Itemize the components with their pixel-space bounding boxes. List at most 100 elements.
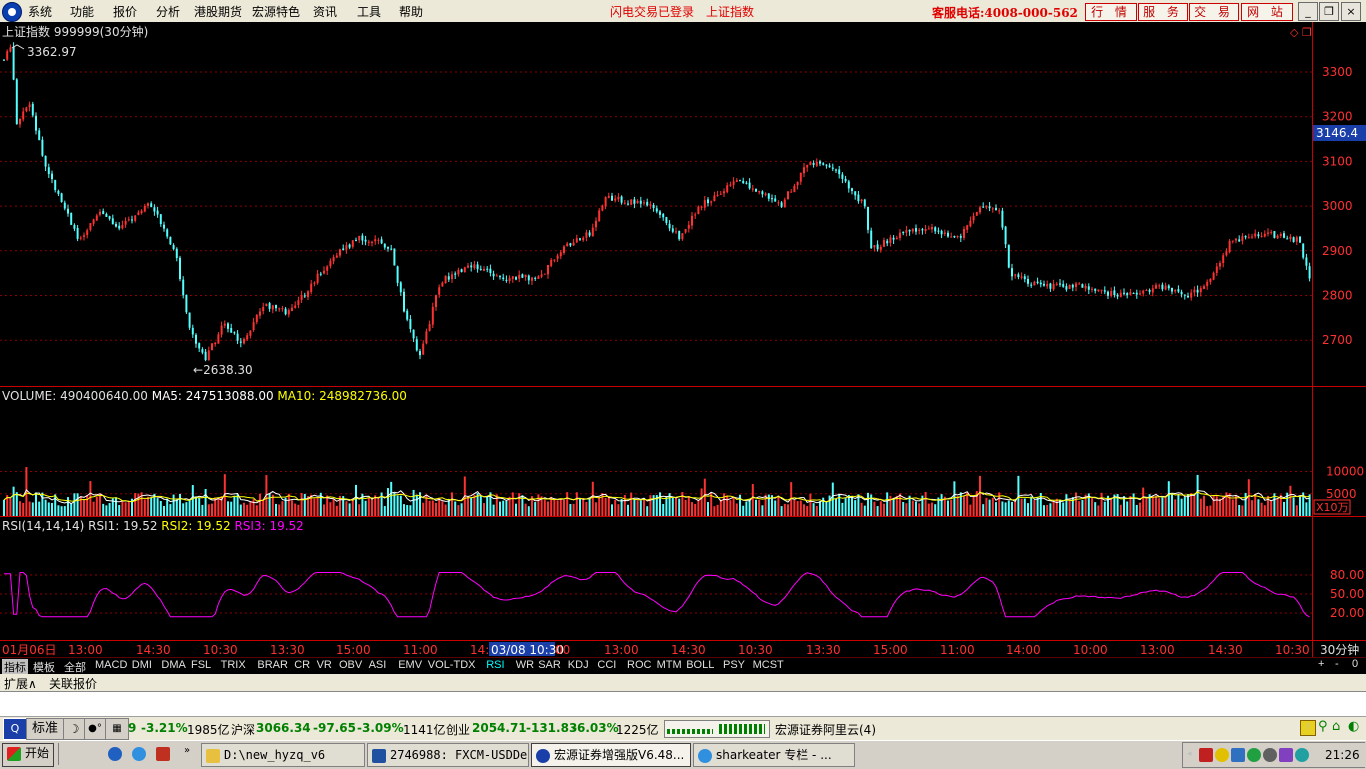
menu-help[interactable]: 帮助 [399,3,423,20]
night-mode-icon[interactable]: ☽ [63,718,85,740]
indicator-tab-mtm[interactable]: MTM [657,659,682,671]
menu-hk-futures[interactable]: 港股期货 [194,3,242,20]
tray-security-icon[interactable] [1247,748,1261,762]
indicator-tab-vr[interactable]: VR [317,659,332,671]
indicator-tab-kdj[interactable]: KDJ [568,659,589,671]
indicator-tab-cci[interactable]: CCI [597,659,616,671]
reset-button[interactable]: 0 [1352,658,1358,670]
candle-body [895,237,898,240]
task-browser[interactable]: sharkeater 专栏 - ... [693,743,855,767]
candle-body [780,202,783,207]
lock-icon[interactable]: ⌂ [1332,719,1340,734]
restore-button[interactable]: ❐ [1319,2,1339,21]
kline-chart-area[interactable]: 上证指数 999999(30分钟) ◇ ❐ 3362.97 ←2638.30 3… [0,22,1366,657]
candle-body [182,279,185,296]
chart-options-icon[interactable]: ◇ ❐ [1290,26,1312,39]
chat-icon[interactable]: ●° [84,718,106,740]
mode-standard[interactable]: 标准 [26,718,64,740]
indicator-tab-sar[interactable]: SAR [538,659,561,671]
candle-body [124,220,127,225]
indicator-tab-boll[interactable]: BOLL [686,659,714,671]
menu-hongyuan[interactable]: 宏源特色 [252,3,300,20]
tray-flag-icon[interactable] [1199,748,1213,762]
market-button[interactable]: 行 情 [1085,3,1137,21]
volume-bar [886,492,889,516]
quicklaunch-ie-icon[interactable] [132,747,146,761]
related-quotes-tab[interactable]: 关联报价 [49,675,97,692]
indicator-tab-全部[interactable]: 全部 [64,659,86,675]
candle-body [1241,236,1244,241]
service-button[interactable]: 服 务 [1138,3,1188,21]
quicklaunch-app-icon[interactable] [156,747,170,761]
server-name[interactable]: 宏源证券阿里云(4) [775,721,876,738]
tray-arrow-icon[interactable]: ◂ [1187,749,1192,759]
indicator-tab-mcst[interactable]: MCST [753,659,784,671]
zoom-in-button[interactable]: + [1318,658,1324,670]
menu-news[interactable]: 资讯 [313,3,337,20]
keyboard-icon[interactable]: ▦ [105,718,129,740]
menu-tools[interactable]: 工具 [357,3,381,20]
indicator-tab-emv[interactable]: EMV [398,659,422,671]
volume-bar [358,504,361,516]
candle-body [243,338,245,344]
volume-bar [204,488,207,516]
expand-tab[interactable]: 扩展∧ [4,675,37,692]
indicator-tab-asi[interactable]: ASI [369,659,387,671]
indicator-tab-wr[interactable]: WR [516,659,534,671]
website-button[interactable]: 网 站 [1241,3,1293,21]
minimize-button[interactable]: _ [1298,2,1318,21]
tray-network-icon[interactable] [1231,748,1245,762]
candle-body [1219,263,1221,267]
volume-bar [102,503,105,516]
volume-bar [1091,498,1093,516]
candle-body [899,232,901,238]
task-fxcm[interactable]: 2746988: FXCM-USDDe... [367,743,529,767]
indicator-tab-rsi[interactable]: RSI [486,659,504,671]
indicator-tab-dma[interactable]: DMA [161,659,185,671]
indicator-tab-obv[interactable]: OBV [339,659,362,671]
network-icon[interactable]: ◐ [1348,719,1359,734]
indicator-tab-模板[interactable]: 模板 [33,659,55,675]
volume-bar [899,493,901,516]
menu-system[interactable]: 系统 [28,3,52,20]
tray-update-icon[interactable] [1295,748,1309,762]
notice-icon[interactable]: ! [1300,720,1316,736]
trade-button[interactable]: 交 易 [1189,3,1239,21]
menu-analysis[interactable]: 分析 [156,3,180,20]
volume-bar [777,495,780,516]
candle-body [1049,283,1052,289]
period-label[interactable]: 30分钟 [1320,642,1359,657]
zoom-out-button[interactable]: - [1335,658,1339,670]
task-explorer[interactable]: D:\new_hyzq_v6 [201,743,365,767]
tray-im-icon[interactable] [1279,748,1293,762]
signal-icon[interactable]: ⚲ [1318,719,1328,734]
indicator-tab-brar[interactable]: BRAR [257,659,288,671]
indicator-tab-psy[interactable]: PSY [723,659,745,671]
quicklaunch-desktop-icon[interactable] [108,747,122,761]
indicator-tab-macd[interactable]: MACD [95,659,127,671]
menu-function[interactable]: 功能 [70,3,94,20]
volume-bar [963,496,965,516]
indicator-tab-roc[interactable]: ROC [627,659,651,671]
volume-bar [732,497,735,516]
quicklaunch-more-icon[interactable]: » [184,745,190,756]
task-hongyuan[interactable]: 宏源证券增强版V6.48... [531,743,691,767]
indicator-tab-指标[interactable]: 指标 [2,659,28,675]
start-button[interactable]: 开始 [2,743,54,767]
tray-volume-icon[interactable] [1263,748,1277,762]
close-button[interactable]: × [1341,2,1361,21]
tray-app-icon[interactable] [1215,748,1229,762]
candle-body [847,181,850,189]
indicator-tab-dmi[interactable]: DMI [132,659,152,671]
candle-body [1123,292,1125,294]
candle-body [1107,291,1109,296]
indicator-tab-vol-tdx[interactable]: VOL-TDX [428,659,476,671]
indicator-tab-cr[interactable]: CR [294,659,310,671]
time-axis-label: 14: [470,643,489,657]
index-alert[interactable]: 上证指数 [706,3,754,20]
menu-quote[interactable]: 报价 [113,3,137,20]
app-mode-icon[interactable]: Q [3,718,27,740]
indicator-tab-trix[interactable]: TRIX [221,659,246,671]
flash-trade-status[interactable]: 闪电交易已登录 [610,3,694,20]
indicator-tab-fsl[interactable]: FSL [191,659,211,671]
